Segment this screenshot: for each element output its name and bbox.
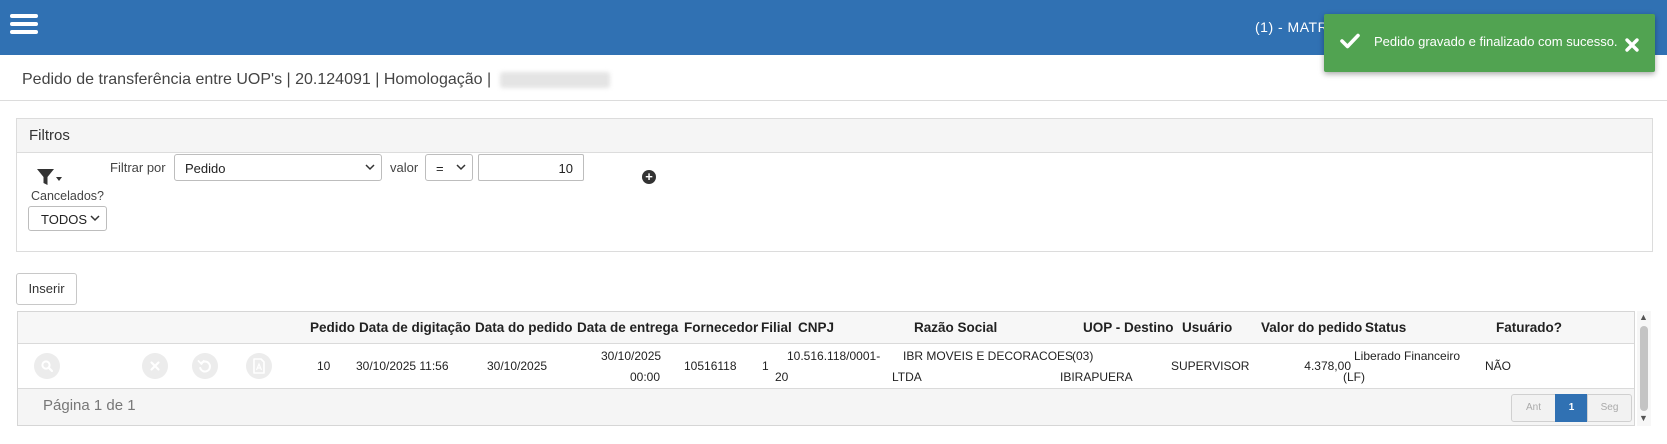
table-row[interactable]: 10 30/10/2025 11:56 30/10/2025 30/10/202… [18,344,1634,389]
cell-pedido: 10 [317,359,331,373]
cell-cnpj-line-2: 20 [775,370,789,384]
filter-value-input[interactable]: 10 [478,154,584,181]
cell-data-digitacao: 30/10/2025 11:56 [356,359,449,373]
chevron-down-icon [456,164,466,171]
column-header-status[interactable]: Status [1365,320,1406,335]
filter-field-value: Pedido [185,161,226,176]
cell-data-entrega: 30/10/2025 00:00 [601,346,662,388]
column-header-fornecedor[interactable]: Fornecedor [684,320,758,335]
cell-cnpj: 10.516.118/0001- 20 [775,346,880,388]
cell-data-entrega-date: 30/10/2025 [601,349,662,363]
operator-value: = [436,161,444,176]
cell-uop-line-1: (03) [1072,349,1094,363]
chevron-down-icon [90,215,100,222]
cell-cnpj-line-1: 10.516.118/0001- [787,349,881,363]
cell-filial: 1 [762,359,769,373]
cell-usuario: SUPERVISOR [1171,359,1250,373]
table-footer: Página 1 de 1 Ant 1 Seg [18,389,1634,425]
scroll-down-icon[interactable]: ▼ [1639,413,1648,423]
user-info[interactable]: (1) - MATR [1255,19,1328,35]
filters-panel: Filtros Filtrar por Pedido valor = 10 + … [16,118,1653,252]
toast-message: Pedido gravado e finalizado com sucesso. [1374,34,1618,49]
page-title-bar: Pedido de transferência entre UOP's | 20… [0,55,1667,101]
scroll-up-icon[interactable]: ▲ [1639,312,1648,322]
cancelled-label: Cancelados? [31,189,104,203]
cell-data-pedido: 30/10/2025 [487,359,548,373]
undo-icon[interactable] [192,353,218,379]
scroll-thumb[interactable] [1640,326,1648,411]
value-label: valor [390,160,419,175]
cell-fornecedor: 10516118 [684,359,737,373]
search-icon[interactable] [34,353,60,379]
cell-razao-social: IBR MOVEIS E DECORACOES LTDA [892,346,1073,388]
column-header-razao-social[interactable]: Razão Social [914,320,997,335]
column-header-usuario[interactable]: Usuário [1182,320,1232,335]
page-info: Página 1 de 1 [43,397,136,414]
pager-current-page[interactable]: 1 [1555,394,1588,422]
cancelled-value: TODOS [41,212,87,227]
insert-button[interactable]: Inserir [16,273,77,305]
redacted-environment [499,71,610,88]
table-header: Pedido Data de digitação Data do pedido … [18,312,1634,344]
pdf-icon[interactable] [246,353,272,379]
filter-by-label: Filtrar por [110,160,166,175]
cell-uop-line-2: IBIRAPUERA [1060,370,1133,384]
menu-icon[interactable] [10,14,38,36]
filters-title: Filtros [17,119,1652,153]
pager-prev-button[interactable]: Ant [1511,394,1556,422]
check-icon [1340,33,1360,49]
column-header-pedido[interactable]: Pedido [310,320,355,335]
page-title: Pedido de transferência entre UOP's | 20… [22,71,610,89]
orders-table: Pedido Data de digitação Data do pedido … [17,311,1635,426]
close-icon[interactable] [1624,37,1640,53]
cell-data-entrega-time: 00:00 [629,370,660,384]
cell-status: Liberado Financeiro (LF) [1343,346,1460,388]
cell-status-line-1: Liberado Financeiro [1354,349,1461,363]
cell-faturado: NÃO [1485,359,1512,373]
filter-funnel-icon[interactable] [37,168,63,188]
column-header-filial[interactable]: Filial [761,320,792,335]
add-filter-icon[interactable]: + [642,170,656,184]
filter-field-select[interactable]: Pedido [174,154,382,181]
cancelled-select[interactable]: TODOS [28,206,107,231]
column-header-faturado[interactable]: Faturado? [1496,320,1562,335]
column-header-valor[interactable]: Valor do pedido [1261,320,1362,335]
cell-uop-destino: (03) IBIRAPUERA [1060,346,1133,388]
table-scrollbar[interactable]: ▲ ▼ [1637,311,1651,426]
operator-select[interactable]: = [425,154,473,181]
cell-razao-social-line-2: LTDA [892,370,922,384]
column-header-data-digitacao[interactable]: Data de digitação [359,320,471,335]
cell-valor: 4.378,00 [1304,359,1351,373]
column-header-data-pedido[interactable]: Data do pedido [475,320,573,335]
cell-razao-social-line-1: IBR MOVEIS E DECORACOES [903,349,1074,363]
page-title-text: Pedido de transferência entre UOP's | 20… [22,71,492,88]
cell-status-line-2: (LF) [1343,370,1365,384]
column-header-data-entrega[interactable]: Data de entrega [577,320,678,335]
column-header-uop-destino[interactable]: UOP - Destino [1083,320,1174,335]
pager-next-button[interactable]: Seg [1587,394,1632,422]
chevron-down-icon [365,164,375,171]
column-header-cnpj[interactable]: CNPJ [798,320,834,335]
cancel-icon[interactable] [142,353,168,379]
